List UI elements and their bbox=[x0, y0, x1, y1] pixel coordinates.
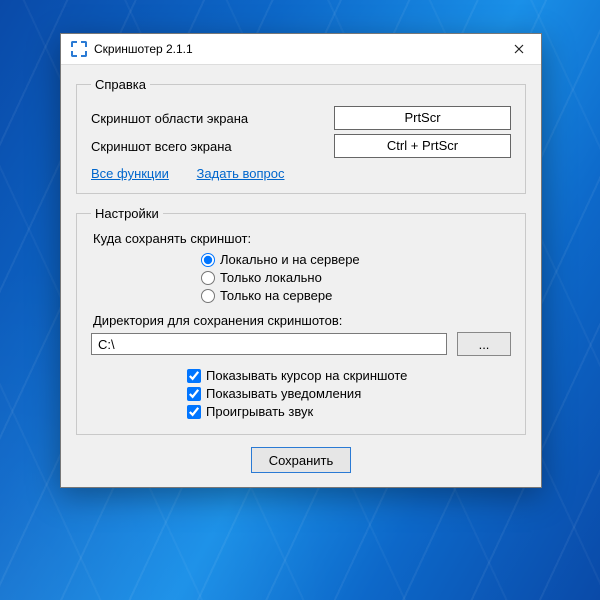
ask-question-link[interactable]: Задать вопрос bbox=[197, 166, 285, 181]
help-group: Справка Скриншот области экрана PrtScr С… bbox=[76, 77, 526, 194]
radio-server-only[interactable]: Только на сервере bbox=[201, 288, 511, 303]
save-dir-row: ... bbox=[91, 332, 511, 356]
hotkey-row-area: Скриншот области экрана PrtScr bbox=[91, 106, 511, 130]
save-button[interactable]: Сохранить bbox=[251, 447, 351, 473]
app-window: Скриншотер 2.1.1 Справка Скриншот област… bbox=[60, 33, 542, 488]
radio-local-and-server-input[interactable] bbox=[201, 253, 215, 267]
area-screenshot-label: Скриншот области экрана bbox=[91, 111, 334, 126]
radio-server-only-input[interactable] bbox=[201, 289, 215, 303]
close-icon bbox=[514, 44, 524, 54]
radio-local-only[interactable]: Только локально bbox=[201, 270, 511, 285]
close-button[interactable] bbox=[496, 34, 541, 64]
full-screenshot-key[interactable]: Ctrl + PrtScr bbox=[334, 134, 511, 158]
radio-server-only-label: Только на сервере bbox=[220, 288, 332, 303]
settings-legend: Настройки bbox=[91, 206, 163, 221]
save-dir-label: Директория для сохранения скриншотов: bbox=[93, 313, 511, 328]
check-show-notify[interactable]: Показывать уведомления bbox=[187, 386, 511, 401]
check-play-sound-input[interactable] bbox=[187, 405, 201, 419]
window-title: Скриншотер 2.1.1 bbox=[94, 42, 496, 56]
check-show-notify-input[interactable] bbox=[187, 387, 201, 401]
check-show-cursor-label: Показывать курсор на скриншоте bbox=[206, 368, 407, 383]
checkbox-group: Показывать курсор на скриншоте Показыват… bbox=[187, 368, 511, 419]
check-show-cursor[interactable]: Показывать курсор на скриншоте bbox=[187, 368, 511, 383]
check-show-cursor-input[interactable] bbox=[187, 369, 201, 383]
window-body: Справка Скриншот области экрана PrtScr С… bbox=[61, 65, 541, 487]
area-screenshot-key[interactable]: PrtScr bbox=[334, 106, 511, 130]
save-dir-input[interactable] bbox=[91, 333, 447, 355]
help-legend: Справка bbox=[91, 77, 150, 92]
full-screenshot-label: Скриншот всего экрана bbox=[91, 139, 334, 154]
radio-local-only-input[interactable] bbox=[201, 271, 215, 285]
radio-local-only-label: Только локально bbox=[220, 270, 322, 285]
check-play-sound[interactable]: Проигрывать звук bbox=[187, 404, 511, 419]
titlebar: Скриншотер 2.1.1 bbox=[61, 34, 541, 65]
all-functions-link[interactable]: Все функции bbox=[91, 166, 169, 181]
check-play-sound-label: Проигрывать звук bbox=[206, 404, 313, 419]
radio-local-and-server-label: Локально и на сервере bbox=[220, 252, 360, 267]
settings-group: Настройки Куда сохранять скриншот: Локал… bbox=[76, 206, 526, 435]
app-icon bbox=[71, 41, 87, 57]
check-show-notify-label: Показывать уведомления bbox=[206, 386, 361, 401]
save-where-label: Куда сохранять скриншот: bbox=[93, 231, 511, 246]
hotkey-row-full: Скриншот всего экрана Ctrl + PrtScr bbox=[91, 134, 511, 158]
desktop-background: Скриншотер 2.1.1 Справка Скриншот област… bbox=[0, 0, 600, 600]
radio-local-and-server[interactable]: Локально и на сервере bbox=[201, 252, 511, 267]
save-where-radios: Локально и на сервере Только локально То… bbox=[201, 252, 511, 303]
browse-button[interactable]: ... bbox=[457, 332, 511, 356]
help-links: Все функции Задать вопрос bbox=[91, 166, 511, 181]
save-row: Сохранить bbox=[76, 447, 526, 473]
